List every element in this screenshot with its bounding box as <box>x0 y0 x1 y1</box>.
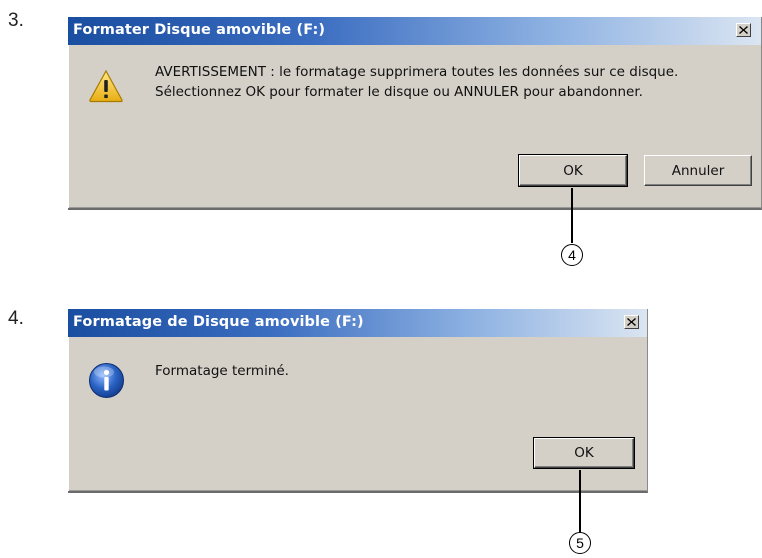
cancel-button[interactable]: Annuler <box>644 155 752 186</box>
info-message: Formatage terminé. <box>155 361 289 381</box>
callout-line <box>579 470 581 532</box>
message-line: Formatage terminé. <box>155 363 289 379</box>
message-line: AVERTISSEMENT : le formatage supprimera … <box>155 64 679 80</box>
close-icon <box>627 318 636 326</box>
callout-marker-5: 5 <box>569 532 591 554</box>
warning-message: AVERTISSEMENT : le formatage supprimera … <box>155 62 678 102</box>
callout-line <box>571 188 573 243</box>
step-number-4: 4. <box>8 308 24 329</box>
format-complete-dialog: Formatage de Disque amovible (F:) Format… <box>68 309 648 493</box>
ok-button[interactable]: OK <box>533 437 635 469</box>
step-number-3: 3. <box>8 10 24 31</box>
info-icon <box>89 363 124 398</box>
callout-marker-4: 4 <box>561 244 583 266</box>
dialog-titlebar[interactable]: Formater Disque amovible (F:) <box>68 17 761 45</box>
close-button[interactable] <box>624 315 639 329</box>
message-line: Sélectionnez OK pour formater le disque … <box>155 84 643 100</box>
dialog-title: Formater Disque amovible (F:) <box>73 22 326 38</box>
format-warning-dialog: Formater Disque amovible (F:) AVERTISSEM… <box>68 17 762 210</box>
close-icon <box>739 26 748 34</box>
ok-button[interactable]: OK <box>518 154 628 187</box>
warning-icon <box>89 69 123 103</box>
dialog-title: Formatage de Disque amovible (F:) <box>73 314 364 330</box>
page: 3. Formater Disque amovible (F:) AVERTIS… <box>0 0 762 558</box>
close-button[interactable] <box>736 23 751 37</box>
dialog-titlebar[interactable]: Formatage de Disque amovible (F:) <box>68 309 647 337</box>
